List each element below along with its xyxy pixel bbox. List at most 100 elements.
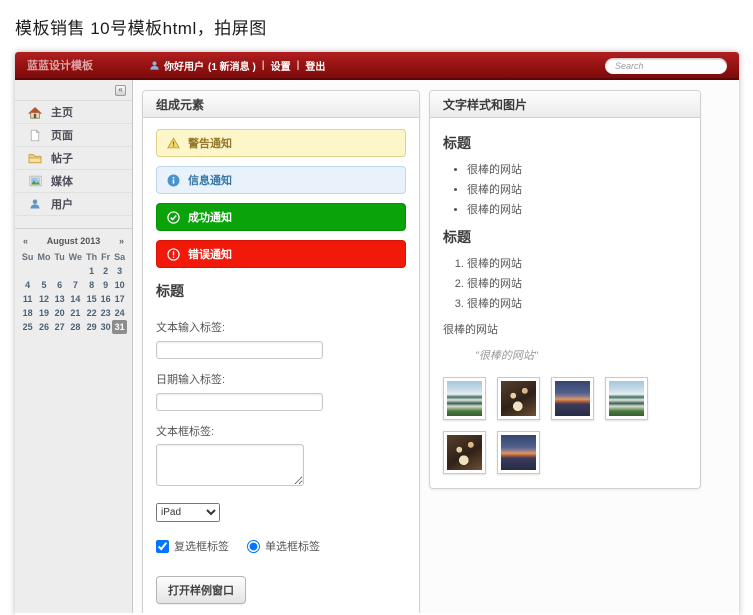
warning-icon (167, 137, 180, 149)
calendar-day[interactable]: 20 (53, 306, 67, 320)
calendar-day[interactable] (35, 264, 52, 278)
calendar-day[interactable]: 28 (66, 320, 84, 334)
calendar-day[interactable]: 18 (20, 306, 35, 320)
separator: | (297, 60, 300, 71)
calendar-day[interactable]: 17 (112, 292, 127, 306)
calendar-weekday: Th (84, 250, 99, 264)
section-heading: 标题 (443, 227, 687, 247)
thumbnail[interactable] (443, 377, 486, 420)
new-messages-link[interactable]: (1 新消息 ) (208, 58, 256, 73)
user-greeting: 你好用户 (164, 58, 204, 73)
thumbnail-grid (443, 377, 668, 474)
main-content: 组成元素 警告通知 信息通知 (133, 80, 739, 613)
calendar-day[interactable]: 15 (84, 292, 99, 306)
search-area (605, 56, 727, 74)
calendar-day[interactable]: 4 (20, 278, 35, 292)
calendar-day[interactable]: 25 (20, 320, 35, 334)
castle-photo (609, 381, 644, 416)
text-input-field[interactable] (156, 341, 323, 359)
brand-logo[interactable]: 蓝蓝设计模板 (27, 57, 139, 73)
calendar-day[interactable] (53, 264, 67, 278)
textarea-field[interactable] (156, 444, 304, 486)
search-input[interactable] (605, 58, 727, 74)
device-select[interactable]: iPad (156, 503, 220, 522)
calendar-grid: Su Mo Tu We Th Fr Sa 1 2 (20, 250, 127, 334)
calendar-day[interactable]: 6 (53, 278, 67, 292)
user-area: 你好用户 (1 新消息 ) | 设置 | 登出 (149, 58, 325, 73)
calendar-weekday: Su (20, 250, 35, 264)
sidebar-item-home[interactable]: 主页 (15, 101, 132, 124)
calendar-day[interactable]: 19 (35, 306, 52, 320)
crowd-photo (447, 435, 482, 470)
calendar-day[interactable]: 3 (112, 264, 127, 278)
components-panel-header: 组成元素 (143, 91, 419, 118)
thumbnail[interactable] (497, 431, 540, 474)
calendar-day[interactable]: 11 (20, 292, 35, 306)
panel-title: 文字样式和图片 (443, 96, 527, 113)
alert-info[interactable]: 信息通知 (156, 166, 406, 194)
radio-input[interactable] (247, 540, 260, 553)
bullet-list: 很棒的网站 很棒的网站 很棒的网站 (467, 161, 687, 217)
calendar-next-button[interactable]: » (119, 236, 124, 246)
alert-success[interactable]: 成功通知 (156, 203, 406, 231)
paragraph-text: 很棒的网站 (443, 321, 687, 337)
media-icon (28, 175, 42, 187)
sidebar-item-label: 帖子 (51, 150, 73, 166)
calendar-day[interactable]: 8 (84, 278, 99, 292)
calendar-day[interactable]: 2 (99, 264, 112, 278)
castle-photo (447, 381, 482, 416)
thumbnail[interactable] (551, 377, 594, 420)
calendar-day[interactable]: 21 (66, 306, 84, 320)
calendar-day[interactable]: 16 (99, 292, 112, 306)
alert-warning[interactable]: 警告通知 (156, 129, 406, 157)
thumbnail[interactable] (605, 377, 648, 420)
calendar-day[interactable]: 14 (66, 292, 84, 306)
calendar-day[interactable]: 22 (84, 306, 99, 320)
sidebar-item-users[interactable]: 用户 (15, 193, 132, 216)
sunset-photo (501, 435, 536, 470)
checkbox-input[interactable] (156, 540, 169, 553)
calendar-day[interactable]: 10 (112, 278, 127, 292)
calendar-day[interactable]: 29 (84, 320, 99, 334)
thumbnail[interactable] (497, 377, 540, 420)
sidebar-menu: 主页 页面 帖子 媒体 (15, 100, 132, 216)
calendar-day[interactable]: 23 (99, 306, 112, 320)
calendar-day[interactable] (20, 264, 35, 278)
thumbnail[interactable] (443, 431, 486, 474)
panel-title: 组成元素 (156, 96, 204, 113)
settings-link[interactable]: 设置 (271, 58, 291, 73)
calendar-day[interactable]: 24 (112, 306, 127, 320)
page-title: 模板销售 10号模板html，拍屏图 (15, 14, 267, 39)
calendar-day[interactable]: 7 (66, 278, 84, 292)
sidebar: « 主页 页面 (15, 80, 133, 613)
calendar-day[interactable]: 30 (99, 320, 112, 334)
crowd-photo (501, 381, 536, 416)
calendar-day[interactable]: 5 (35, 278, 52, 292)
date-input-field[interactable] (156, 393, 323, 411)
calendar-day[interactable]: 12 (35, 292, 52, 306)
folder-icon (28, 152, 42, 164)
calendar-day[interactable]: 26 (35, 320, 52, 334)
calendar-day[interactable]: 13 (53, 292, 67, 306)
sidebar-collapse-row: « (15, 80, 132, 100)
calendar-day[interactable] (66, 264, 84, 278)
calendar-day[interactable]: 9 (99, 278, 112, 292)
content-row-1: 组成元素 警告通知 信息通知 (142, 90, 731, 613)
list-item: 很棒的网站 (467, 255, 687, 271)
open-modal-button[interactable]: 打开样例窗口 (156, 576, 246, 604)
sidebar-item-media[interactable]: 媒体 (15, 170, 132, 193)
alert-error[interactable]: 错误通知 (156, 240, 406, 268)
calendar-day[interactable]: 1 (84, 264, 99, 278)
calendar-day[interactable]: 31 (112, 320, 127, 334)
calendar-day[interactable]: 27 (53, 320, 67, 334)
alert-label: 警告通知 (188, 135, 232, 151)
logout-link[interactable]: 登出 (305, 58, 325, 73)
info-icon (167, 174, 180, 187)
sidebar-item-posts[interactable]: 帖子 (15, 147, 132, 170)
checkbox-label: 复选框标签 (174, 538, 229, 554)
list-item: 很棒的网站 (467, 181, 687, 197)
alert-label: 错误通知 (188, 246, 232, 262)
sidebar-collapse-button[interactable]: « (115, 85, 126, 96)
alert-label: 信息通知 (188, 172, 232, 188)
sidebar-item-pages[interactable]: 页面 (15, 124, 132, 147)
